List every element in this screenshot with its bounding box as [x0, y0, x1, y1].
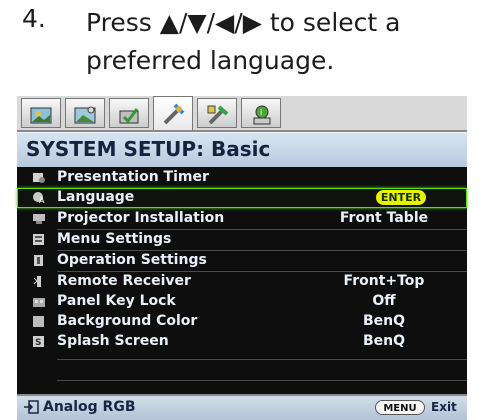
- projector-icon: [33, 214, 45, 224]
- menu-item-label: Presentation Timer: [57, 169, 209, 185]
- instruction-line-2: preferred language.: [86, 46, 335, 75]
- panel-key-lock-icon: [33, 298, 45, 307]
- step-number: 4.: [22, 4, 46, 33]
- menu-item-panel-key-lock[interactable]: Panel Key Lock Off: [17, 292, 467, 312]
- menu-item-label: Remote Receiver: [57, 273, 191, 289]
- svg-text:A: A: [39, 196, 45, 204]
- menu-item-background-color[interactable]: Background Color BenQ: [17, 312, 467, 332]
- menu-item-remote-receiver[interactable]: Remote Receiver Front+Top: [17, 272, 467, 292]
- menu-item-label: Background Color: [57, 313, 198, 329]
- menu-item-operation-settings[interactable]: Operation Settings: [17, 251, 467, 271]
- menu-item-value: BenQ: [362, 333, 406, 349]
- menu-settings-icon: [33, 234, 44, 245]
- menu-footer: Analog RGB MENU Exit: [17, 394, 467, 420]
- menu-item-splash-screen[interactable]: S Splash Screen BenQ: [17, 332, 467, 352]
- menu-item-label: Menu Settings: [57, 231, 172, 247]
- operation-settings-icon: [34, 255, 43, 266]
- menu-item-projector-installation[interactable]: Projector Installation Front Table: [17, 209, 467, 229]
- menu-item-value: BenQ: [362, 313, 406, 329]
- input-source-icon: [24, 400, 39, 414]
- menu-item-menu-settings[interactable]: Menu Settings: [17, 230, 467, 250]
- menu-item-label: Language: [57, 189, 135, 205]
- menu-item-label: Projector Installation: [57, 210, 225, 226]
- menu-item-value: Front Table: [339, 210, 429, 226]
- menu-item-label: Operation Settings: [57, 252, 207, 268]
- background-color-icon: [33, 316, 44, 327]
- instruction-text: Press ▲/▼/◀/▶ to select a preferred lang…: [86, 4, 485, 80]
- system-setup-advanced-icon: [207, 105, 229, 125]
- display-icon: [119, 108, 139, 124]
- language-icon: A: [33, 192, 45, 204]
- divider: [57, 359, 467, 360]
- menu-header: SYSTEM SETUP: Basic: [17, 132, 467, 167]
- tab-picture-advanced[interactable]: [65, 98, 105, 128]
- picture-icon: [30, 107, 52, 124]
- menu-item-list: Presentation Timer A Language ENTER Proj…: [17, 168, 467, 394]
- osd-menu: i SYSTEM SETUP: Basic Presentation Timer…: [17, 96, 467, 420]
- tab-information[interactable]: i: [241, 98, 281, 128]
- tab-picture[interactable]: [21, 98, 61, 128]
- menu-tab-bar: i: [17, 96, 467, 132]
- menu-item-language[interactable]: A Language ENTER: [17, 188, 467, 208]
- instruction-line-1: Press ▲/▼/◀/▶ to select a: [86, 8, 401, 37]
- menu-item-presentation-timer[interactable]: Presentation Timer: [17, 168, 467, 188]
- remote-receiver-icon: [33, 276, 41, 287]
- menu-title: SYSTEM SETUP: Basic: [26, 137, 271, 161]
- menu-item-label: Splash Screen: [57, 333, 169, 349]
- svg-text:S: S: [35, 338, 41, 348]
- svg-text:i: i: [260, 108, 262, 117]
- input-source-label: Analog RGB: [43, 399, 136, 415]
- menu-item-value: Front+Top: [343, 273, 425, 289]
- enter-button[interactable]: ENTER: [376, 190, 426, 205]
- information-icon: i: [253, 105, 271, 125]
- system-setup-basic-icon: [163, 103, 185, 125]
- menu-button[interactable]: MENU: [375, 400, 425, 415]
- splash-screen-icon: S: [33, 336, 44, 348]
- timer-icon: [33, 173, 45, 183]
- menu-item-value: Off: [372, 293, 396, 309]
- tab-system-setup-advanced[interactable]: [197, 98, 237, 128]
- tab-display[interactable]: [109, 98, 149, 128]
- tab-system-setup-basic[interactable]: [153, 96, 193, 130]
- menu-item-label: Panel Key Lock: [57, 293, 176, 309]
- divider: [57, 380, 467, 381]
- picture-advanced-icon: [74, 106, 96, 124]
- exit-label: Exit: [431, 400, 457, 414]
